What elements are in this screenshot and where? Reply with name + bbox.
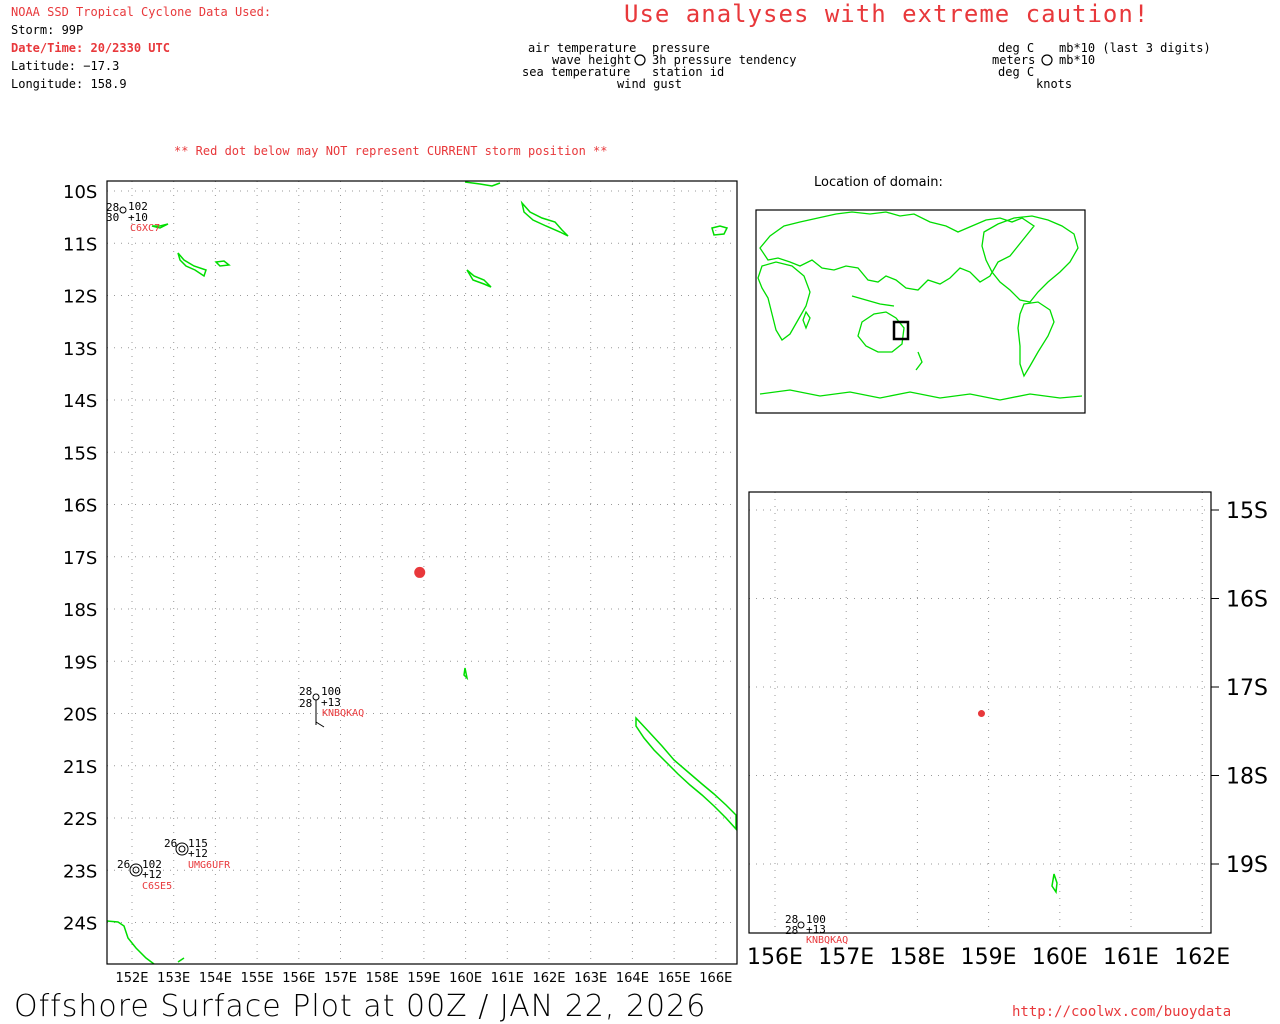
lat-tick-label: 14S (63, 391, 97, 412)
lon-tick-label: 156E (282, 971, 315, 986)
station-id: C6XC7 (130, 223, 160, 234)
zoom-lon-labels: 156E 157E 158E 159E 160E 161E 162E (747, 945, 1230, 970)
locator-new-zealand (915, 351, 923, 371)
zoom-lon-tick-label: 161E (1103, 945, 1159, 970)
coast-solomon-top (464, 181, 501, 187)
coast-small-island (214, 260, 231, 267)
station-sea-temp: 30 (106, 211, 119, 224)
zoom-map: 15S 16S 17S 18S 19S 156E 157E 158E 159E 160E 161E… (747, 491, 1268, 970)
zoom-lon-tick-label: 160E (1032, 945, 1088, 970)
station-id: UMG6UFR (188, 860, 231, 871)
lon-tick-label: 165E (658, 971, 691, 986)
lon-tick-label: 153E (157, 971, 190, 986)
station-id: KNBQKAQ (322, 708, 364, 719)
main-lon-labels: 152E 153E 154E 155E 156E 157E 158E 159E 160E 161E… (115, 971, 732, 986)
lon-tick-label: 157E (324, 971, 357, 986)
lon-tick-label: 161E (491, 971, 524, 986)
station-id: KNBQKAQ (806, 935, 848, 946)
zoom-lon-tick-label: 156E (747, 945, 803, 970)
station-sea-temp: 28 (785, 924, 798, 937)
locator-title: Location of domain: (814, 175, 943, 190)
zoom-coast-chesterfield (1051, 873, 1058, 895)
zoom-lon-tick-label: 162E (1174, 945, 1230, 970)
lat-tick-label: 12S (63, 287, 97, 308)
zoom-lat-tick-label: 18S (1226, 765, 1268, 790)
zoom-lat-tick-label: 15S (1226, 499, 1268, 524)
zoom-lon-tick-label: 158E (889, 945, 945, 970)
station-air-temp: 26 (117, 858, 130, 871)
locator-madagascar (802, 310, 811, 330)
lon-tick-label: 159E (407, 971, 440, 986)
lat-tick-label: 18S (63, 600, 97, 621)
lon-tick-label: 162E (532, 971, 565, 986)
lon-tick-label: 164E (616, 971, 649, 986)
plot-title: Offshore Surface Plot at 00Z / JAN 22, 2… (14, 989, 707, 1024)
zoom-storm-position-marker (977, 710, 985, 718)
station-c6se5: 26 102 +12 C6SE5 (117, 858, 172, 892)
lat-tick-label: 15S (63, 443, 97, 464)
locator-coastlines (757, 211, 1083, 401)
source-url[interactable]: http://coolwx.com/buoydata (1012, 1005, 1231, 1019)
lon-tick-label: 155E (241, 971, 274, 986)
lon-tick-label: 152E (115, 971, 148, 986)
zoom-lat-labels: 15S 16S 17S 18S 19S (1226, 499, 1268, 878)
lat-tick-label: 24S (63, 914, 97, 935)
coast-reef (177, 957, 185, 963)
lat-tick-label: 19S (63, 652, 97, 673)
locator-map (755, 209, 1086, 414)
zoom-map-coastlines (1051, 873, 1058, 895)
lon-tick-label: 163E (574, 971, 607, 986)
lat-tick-label: 23S (63, 861, 97, 882)
zoom-station-knbqkaq: 28 100 28 +13 KNBQKAQ (785, 913, 848, 946)
zoom-lat-tick-label: 19S (1226, 853, 1268, 878)
lon-tick-label: 154E (199, 971, 232, 986)
lat-tick-label: 10S (63, 182, 97, 203)
station-knbqkaq: 28 100 28 +13 KNBQKAQ (299, 685, 364, 728)
coast-chesterfield (463, 667, 469, 681)
zoom-lon-tick-label: 159E (961, 945, 1017, 970)
station-tendency: +12 (188, 847, 208, 860)
locator-eurasia (759, 211, 1035, 291)
locator-indonesia (851, 295, 895, 307)
locator-north-america (981, 215, 1079, 303)
lon-tick-label: 158E (366, 971, 399, 986)
station-c6xc7: 28 102 30 +10 C6XC7 (106, 200, 160, 234)
station-air-temp: 26 (164, 837, 177, 850)
zoom-lon-tick-label: 157E (818, 945, 874, 970)
zoom-lat-tick-label: 17S (1226, 676, 1268, 701)
coast-australia (106, 920, 155, 965)
locator-antarctica (759, 389, 1083, 401)
lon-tick-label: 166E (699, 971, 732, 986)
coast-rossel (177, 252, 207, 278)
main-map: 10S 11S 12S 13S 14S 15S 16S 17S 18S 19S 20S 21S 22S 2… (63, 175, 1268, 986)
main-lat-labels: 10S 11S 12S 13S 14S 15S 16S 17S 18S 19S 20S 21S 22S 2… (63, 182, 97, 935)
locator-africa (757, 261, 811, 341)
station-sea-temp: 28 (299, 697, 312, 710)
locator-australia (857, 311, 905, 353)
lon-tick-label: 160E (449, 971, 482, 986)
lat-tick-label: 20S (63, 705, 97, 726)
coast-vanuatu-north (711, 225, 729, 236)
lat-tick-label: 11S (63, 234, 97, 255)
lat-tick-label: 16S (63, 496, 97, 517)
lat-tick-label: 13S (63, 339, 97, 360)
lat-tick-label: 21S (63, 757, 97, 778)
locator-south-america (1017, 301, 1055, 378)
station-id: C6SE5 (142, 881, 172, 892)
lat-tick-label: 22S (63, 809, 97, 830)
zoom-lat-tick-label: 16S (1226, 588, 1268, 613)
storm-position-marker (414, 566, 426, 578)
coast-san-cristobal (520, 200, 569, 237)
lat-tick-label: 17S (63, 548, 97, 569)
coast-rennell (466, 269, 492, 288)
coast-new-caledonia (635, 716, 737, 831)
station-tendency: +12 (142, 868, 162, 881)
